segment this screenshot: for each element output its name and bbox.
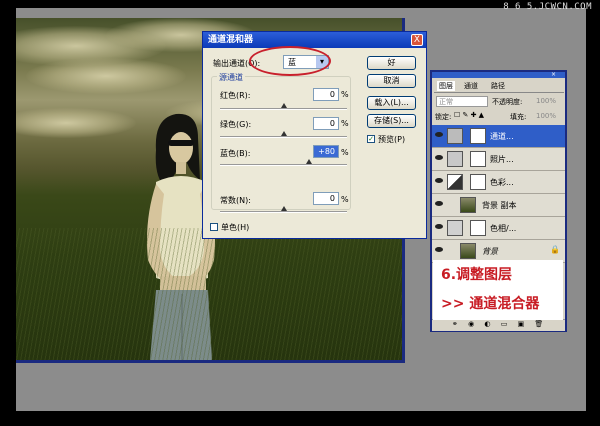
slider-thumb[interactable] bbox=[281, 103, 287, 108]
eye-icon[interactable] bbox=[435, 132, 443, 137]
layer-row[interactable]: 色彩... bbox=[432, 171, 565, 194]
adjustment-layer-icon bbox=[447, 174, 463, 190]
layer-name: 背景 bbox=[482, 247, 498, 256]
layer-mask-thumbnail bbox=[470, 220, 486, 236]
close-icon[interactable]: × bbox=[551, 71, 556, 78]
tab-paths[interactable]: 路径 bbox=[491, 81, 505, 91]
lock-icon: 🔒 bbox=[550, 245, 560, 254]
blue-channel-input[interactable]: +80 bbox=[313, 145, 339, 158]
layer-name: 色彩... bbox=[490, 178, 514, 187]
annotation-box: 6.调整图层 >> 通道混合器 bbox=[433, 260, 563, 320]
layer-mask-thumbnail bbox=[470, 151, 486, 167]
green-channel-label: 绿色(G): bbox=[220, 120, 252, 129]
save-button[interactable]: 存储(S)... bbox=[367, 114, 416, 128]
eye-icon[interactable] bbox=[435, 201, 443, 206]
layer-mask-thumbnail bbox=[470, 128, 486, 144]
monochrome-checkbox[interactable] bbox=[210, 223, 218, 231]
layer-name: 色相/... bbox=[490, 224, 517, 233]
annotation-detail: >> 通道混合器 bbox=[441, 296, 540, 312]
preview-checkbox[interactable]: ✓ bbox=[367, 135, 375, 143]
monochrome-label: 单色(H) bbox=[221, 223, 250, 232]
green-channel-slider[interactable] bbox=[220, 136, 347, 138]
blue-channel-label: 蓝色(B): bbox=[220, 149, 251, 158]
cancel-button[interactable]: 取消 bbox=[367, 74, 416, 88]
blend-mode-value: 正常 bbox=[439, 98, 453, 106]
lock-label: 锁定: bbox=[435, 113, 452, 121]
eye-icon[interactable] bbox=[435, 247, 443, 252]
layer-row[interactable]: 背景 副本 bbox=[432, 194, 565, 217]
blend-mode-select[interactable]: 正常 bbox=[436, 96, 488, 107]
red-channel-slider[interactable] bbox=[220, 108, 347, 110]
percent-unit: % bbox=[341, 195, 349, 204]
eye-icon[interactable] bbox=[435, 224, 443, 229]
opacity-value[interactable]: 100% bbox=[536, 97, 556, 105]
eye-icon[interactable] bbox=[435, 155, 443, 160]
opacity-label: 不透明度: bbox=[492, 98, 523, 106]
red-channel-label: 红色(R): bbox=[220, 91, 251, 100]
adjustment-layer-icon bbox=[447, 220, 463, 236]
panel-title-bar[interactable] bbox=[432, 72, 565, 78]
highlight-ellipse bbox=[249, 46, 331, 76]
load-button[interactable]: 载入(L)... bbox=[367, 96, 416, 110]
adjustment-layer-icon bbox=[447, 128, 463, 144]
adjustment-layer-icon bbox=[447, 151, 463, 167]
panel-footer-icons[interactable]: ⚭ ◉ ◐ ▭ ▣ 🗑 bbox=[452, 320, 547, 328]
percent-unit: % bbox=[341, 90, 349, 99]
layer-name: 通道... bbox=[490, 132, 514, 141]
slider-thumb[interactable] bbox=[306, 159, 312, 164]
annotation-step: 6.调整图层 bbox=[441, 267, 513, 283]
blue-channel-slider[interactable] bbox=[220, 164, 347, 166]
percent-unit: % bbox=[341, 119, 349, 128]
panel-footer: ⚭ ◉ ◐ ▭ ▣ 🗑 bbox=[432, 319, 565, 331]
percent-unit: % bbox=[341, 148, 349, 157]
fill-value[interactable]: 100% bbox=[536, 112, 556, 120]
layer-row[interactable]: 色相/... bbox=[432, 217, 565, 240]
image-thumbnail bbox=[460, 197, 476, 213]
dialog-title-bar[interactable]: 通道混和器 bbox=[203, 32, 426, 48]
preview-label: 预览(P) bbox=[378, 135, 406, 144]
dialog-title: 通道混和器 bbox=[208, 35, 254, 45]
canvas-edge bbox=[16, 360, 405, 363]
green-channel-input[interactable]: 0 bbox=[313, 117, 339, 130]
slider-thumb[interactable] bbox=[281, 131, 287, 136]
tab-channels[interactable]: 通道 bbox=[464, 81, 478, 91]
red-channel-input[interactable]: 0 bbox=[313, 88, 339, 101]
close-icon[interactable]: X bbox=[411, 34, 423, 46]
layer-mask-thumbnail bbox=[470, 174, 486, 190]
tab-layers[interactable]: 图层 bbox=[437, 81, 455, 91]
watermark: 8 6 5.JCWCN.COM bbox=[503, 2, 592, 12]
slider-thumb[interactable] bbox=[281, 206, 287, 211]
image-thumbnail bbox=[460, 243, 476, 259]
constant-label: 常数(N): bbox=[220, 196, 251, 205]
source-channels-label: 源通道 bbox=[217, 72, 245, 83]
constant-slider[interactable] bbox=[220, 211, 347, 213]
layer-row[interactable]: 通道... bbox=[432, 125, 565, 148]
layer-name: 照片... bbox=[490, 155, 514, 164]
ok-button[interactable]: 好 bbox=[367, 56, 416, 70]
layer-row[interactable]: 照片... bbox=[432, 148, 565, 171]
lock-icons[interactable]: ☐ ✎ ✚ ▲ bbox=[454, 111, 484, 119]
eye-icon[interactable] bbox=[435, 178, 443, 183]
constant-input[interactable]: 0 bbox=[313, 192, 339, 205]
fill-label: 填充: bbox=[510, 113, 527, 121]
panel-tabs: 图层 通道 路径 bbox=[434, 80, 564, 93]
layer-name: 背景 副本 bbox=[482, 201, 517, 210]
